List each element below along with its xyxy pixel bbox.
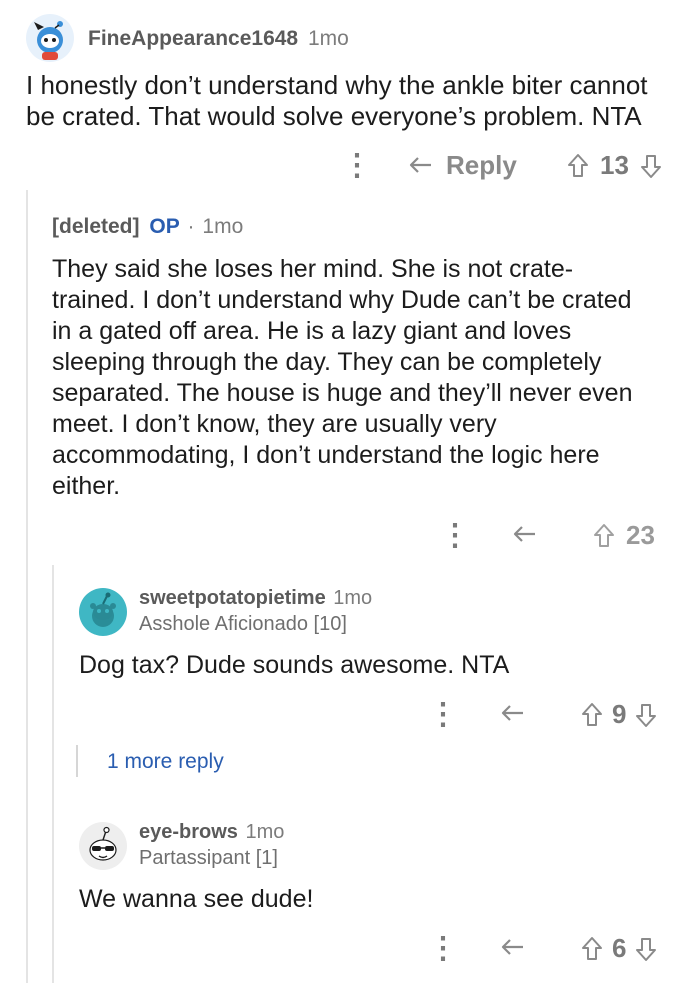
thread-line-root[interactable] (26, 190, 28, 983)
vote-score: 9 (612, 699, 627, 729)
username[interactable]: sweetpotatopietime (139, 587, 326, 609)
avatar[interactable] (26, 14, 74, 62)
vote-group: 6 (580, 933, 658, 964)
comment-body: I honestly don’t understand why the ankl… (26, 70, 648, 131)
vote-score: 23 (626, 520, 655, 550)
snoo-avatar-icon (89, 826, 117, 861)
vote-score: 6 (612, 933, 627, 963)
reply-arrow-icon[interactable] (500, 703, 526, 725)
downvote-icon[interactable] (639, 152, 663, 180)
user-flair: Partassipant [1] (139, 847, 278, 869)
timestamp: 1mo (307, 27, 349, 50)
more-dots-icon[interactable]: ⋮ (440, 521, 470, 551)
reply-arrow-icon[interactable] (500, 937, 526, 959)
op-badge: OP (149, 215, 180, 238)
timestamp: 1mo (202, 215, 244, 238)
more-replies-link[interactable]: 1 more reply (107, 750, 224, 774)
downvote-icon[interactable] (634, 701, 658, 729)
more-dots-icon[interactable]: ⋮ (428, 700, 458, 730)
comment-header: eye-brows 1mo (139, 821, 284, 844)
vote-score: 13 (600, 150, 629, 180)
reply-label: Reply (446, 150, 517, 180)
comment-body: Dog tax? Dude sounds awesome. NTA (79, 651, 510, 679)
vote-group: 13 (566, 150, 663, 181)
separator: · (187, 215, 195, 238)
comment-actions: ⋮ Reply 13 (330, 148, 690, 184)
reply-arrow-icon[interactable] (512, 524, 538, 546)
username[interactable]: [deleted] (52, 215, 140, 238)
comment-actions: ⋮ 9 (420, 696, 690, 732)
avatar[interactable] (79, 822, 127, 870)
reply-arrow-icon (409, 156, 431, 173)
reply-button[interactable]: Reply (408, 150, 517, 181)
thread-line-op[interactable] (52, 565, 54, 983)
downvote-icon[interactable] (634, 935, 658, 963)
comment-body: They said she loses her mind. She is not… (52, 255, 633, 500)
thread-line-more[interactable] (76, 745, 78, 777)
comment-actions: ⋮ 23 (420, 517, 690, 553)
upvote-icon[interactable] (580, 701, 604, 729)
upvote-icon[interactable] (566, 152, 590, 180)
more-dots-icon[interactable]: ⋮ (342, 151, 372, 181)
username[interactable]: eye-brows (139, 821, 238, 843)
snoo-avatar-icon (90, 592, 116, 627)
timestamp: 1mo (245, 821, 285, 843)
avatar[interactable] (79, 588, 127, 636)
user-flair: Asshole Aficionado [10] (139, 613, 347, 635)
comment-header: sweetpotatopietime 1mo (139, 587, 372, 610)
vote-group: 23 (592, 520, 655, 551)
comment-actions: ⋮ 6 (420, 930, 690, 966)
upvote-icon[interactable] (592, 522, 616, 550)
upvote-icon[interactable] (580, 935, 604, 963)
comment-body: We wanna see dude! (79, 885, 314, 913)
comment-header: FineAppearance1648 1mo (88, 27, 349, 51)
comment-header: [deleted] OP · 1mo (52, 215, 243, 239)
more-dots-icon[interactable]: ⋮ (428, 934, 458, 964)
vote-group: 9 (580, 699, 658, 730)
timestamp: 1mo (333, 587, 373, 609)
snoo-avatar-icon (34, 21, 63, 60)
username[interactable]: FineAppearance1648 (88, 27, 298, 50)
